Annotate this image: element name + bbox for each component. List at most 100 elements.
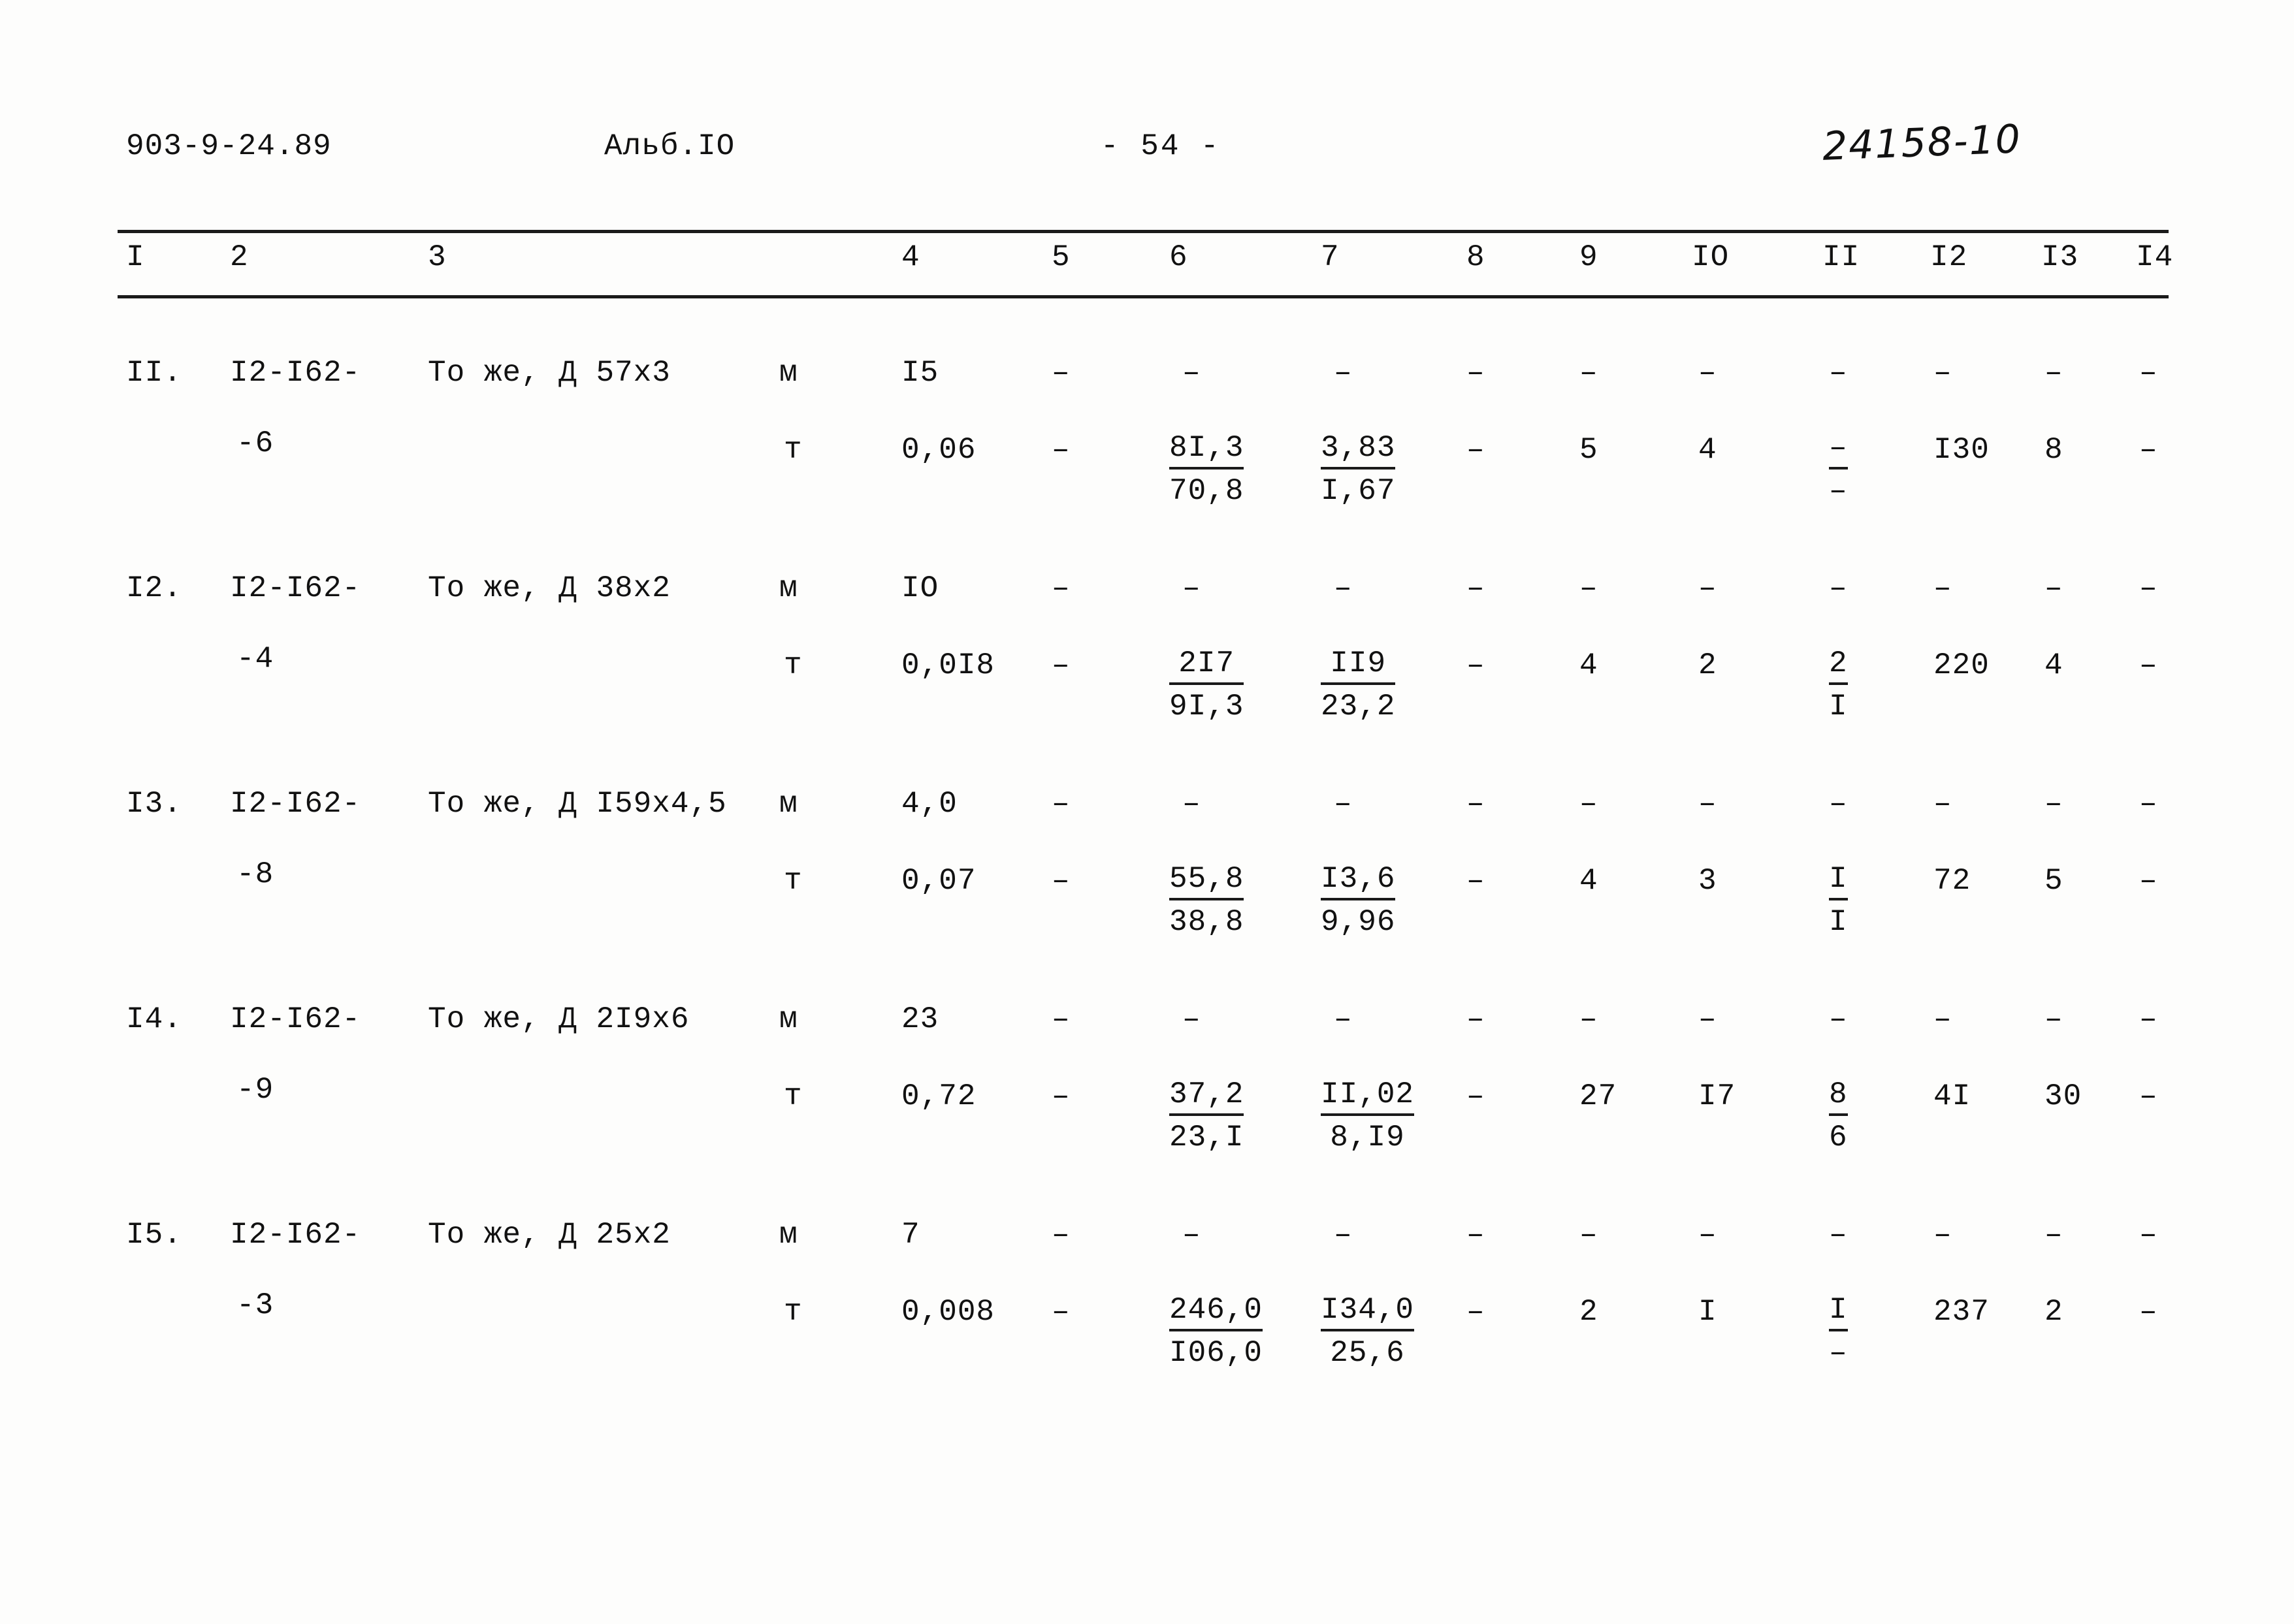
row5-m-col11: – bbox=[1829, 1218, 1847, 1252]
row5-t-col7-fraction-denominator: 25,6 bbox=[1330, 1336, 1405, 1370]
row-number-3: I3. bbox=[126, 787, 182, 821]
row5-t-col12: 237 bbox=[1933, 1295, 1990, 1329]
row3-t-col7-fraction-denominator: 9,96 bbox=[1321, 905, 1396, 939]
row5-m-col10: – bbox=[1698, 1218, 1717, 1252]
row2-t-col9: 4 bbox=[1579, 648, 1598, 682]
row3-t-col11-fraction-numerator: I bbox=[1829, 864, 1848, 900]
row-description-1: То же, Д 57х3 bbox=[428, 356, 671, 390]
row1-m-col11: – bbox=[1829, 356, 1847, 390]
row5-t-col4: 0,008 bbox=[901, 1295, 995, 1329]
row4-t-col6-fraction-numerator: 37,2 bbox=[1169, 1079, 1244, 1116]
row-unit-t-2: т bbox=[784, 648, 803, 682]
row2-m-col11: – bbox=[1829, 571, 1847, 605]
row5-m-col9: – bbox=[1579, 1218, 1598, 1252]
row4-t-col7-fraction-numerator: II,02 bbox=[1321, 1079, 1415, 1116]
row4-t-col6-fraction-denominator: 23,I bbox=[1169, 1121, 1244, 1154]
row3-m-col7: – bbox=[1334, 787, 1352, 821]
row3-t-col5: – bbox=[1052, 864, 1070, 898]
row-unit-m-2: м bbox=[779, 571, 798, 605]
row1-m-col14: – bbox=[2139, 356, 2157, 390]
row-unit-m-3: м bbox=[779, 787, 798, 821]
row5-t-col14: – bbox=[2139, 1295, 2157, 1329]
row4-t-col9: 27 bbox=[1579, 1079, 1617, 1113]
row5-t-col10: I bbox=[1698, 1295, 1717, 1329]
row-number-5: I5. bbox=[126, 1218, 182, 1252]
row4-t-col14: – bbox=[2139, 1079, 2157, 1113]
row3-t-col11-fraction-denominator: I bbox=[1829, 905, 1848, 939]
row4-t-col5: – bbox=[1052, 1079, 1070, 1113]
row3-t-col6-fraction-denominator: 38,8 bbox=[1169, 905, 1244, 939]
row-code-line2-2: -4 bbox=[236, 642, 274, 676]
row4-m-col11: – bbox=[1829, 1002, 1847, 1036]
row2-t-col10: 2 bbox=[1698, 648, 1717, 682]
row1-t-col8: – bbox=[1466, 433, 1485, 467]
row-unit-t-1: т bbox=[784, 433, 803, 467]
row-number-4: I4. bbox=[126, 1002, 182, 1036]
row-unit-m-5: м bbox=[779, 1218, 798, 1252]
row-description-5: То же, Д 25х2 bbox=[428, 1218, 671, 1252]
row-description-4: То же, Д 2I9х6 bbox=[428, 1002, 690, 1036]
row2-t-col7-fraction-denominator: 23,2 bbox=[1321, 690, 1396, 724]
row4-m-col10: – bbox=[1698, 1002, 1717, 1036]
row5-t-col5: – bbox=[1052, 1295, 1070, 1329]
row1-m-col7: – bbox=[1334, 356, 1352, 390]
row2-t-col6-fraction: 2I7 9I,3 bbox=[1169, 648, 1244, 722]
row2-m-col6: – bbox=[1182, 571, 1201, 605]
row-number-2: I2. bbox=[126, 571, 182, 605]
row4-m-col7: – bbox=[1334, 1002, 1352, 1036]
row4-m-col12: – bbox=[1933, 1002, 1952, 1036]
table-body: II. I2-I62- -6 То же, Д 57х3 м т I5– – – – – – – – – –0… bbox=[0, 0, 2294, 1624]
row1-m-col6: – bbox=[1182, 356, 1201, 390]
row-unit-t-5: т bbox=[784, 1295, 803, 1329]
row2-m-col12: – bbox=[1933, 571, 1952, 605]
row1-t-col10: 4 bbox=[1698, 433, 1717, 467]
row2-m-col7: – bbox=[1334, 571, 1352, 605]
row4-t-col8: – bbox=[1466, 1079, 1485, 1113]
row5-m-col5: – bbox=[1052, 1218, 1070, 1252]
row2-t-col6-fraction-numerator: 2I7 bbox=[1169, 648, 1244, 685]
row3-t-col11-fraction: II bbox=[1829, 864, 1848, 937]
row2-t-col11-fraction: 2I bbox=[1829, 648, 1848, 722]
document-page: 903-9-24.89 Альб.IO - 54 - 24158-10 I234… bbox=[0, 0, 2294, 1624]
row4-t-col10: I7 bbox=[1698, 1079, 1736, 1113]
row5-t-col6-fraction: 246,0 I06,0 bbox=[1169, 1295, 1263, 1368]
row4-t-col11-fraction-numerator: 8 bbox=[1829, 1079, 1848, 1116]
row4-t-col4: 0,72 bbox=[901, 1079, 977, 1113]
row3-t-col14: – bbox=[2139, 864, 2157, 898]
row2-m-col14: – bbox=[2139, 571, 2157, 605]
row5-t-col11-fraction: I – bbox=[1829, 1295, 1848, 1368]
row2-t-col6-fraction-denominator: 9I,3 bbox=[1169, 690, 1244, 724]
row5-m-col12: – bbox=[1933, 1218, 1952, 1252]
row4-m-col13: – bbox=[2044, 1002, 2063, 1036]
row-unit-m-4: м bbox=[779, 1002, 798, 1036]
row2-t-col11-fraction-denominator: I bbox=[1829, 690, 1848, 724]
row2-t-col5: – bbox=[1052, 648, 1070, 682]
row-code-line1-2: I2-I62- bbox=[230, 571, 361, 605]
row1-t-col4: 0,06 bbox=[901, 433, 977, 467]
row3-t-col12: 72 bbox=[1933, 864, 1971, 898]
row1-t-col7-fraction-denominator: I,67 bbox=[1321, 474, 1396, 508]
row5-t-col11-fraction-denominator: – bbox=[1829, 1336, 1848, 1370]
row5-t-col7-fraction-numerator: I34,0 bbox=[1321, 1295, 1415, 1331]
row-unit-t-3: т bbox=[784, 864, 803, 898]
row-code-line1-3: I2-I62- bbox=[230, 787, 361, 821]
row2-t-col7-fraction-numerator: II9 bbox=[1321, 648, 1396, 685]
row4-t-col7-fraction: II,02 8,I9 bbox=[1321, 1079, 1415, 1153]
row2-t-col11-fraction-numerator: 2 bbox=[1829, 648, 1848, 685]
row-code-line2-4: -9 bbox=[236, 1073, 274, 1107]
row1-t-col14: – bbox=[2139, 433, 2157, 467]
row3-m-col10: – bbox=[1698, 787, 1717, 821]
row2-t-col8: – bbox=[1466, 648, 1485, 682]
row2-t-col13: 4 bbox=[2044, 648, 2063, 682]
row1-t-col7-fraction: 3,83 I,67 bbox=[1321, 433, 1396, 508]
row5-m-col14: – bbox=[2139, 1218, 2157, 1252]
row5-t-col11-fraction-numerator: I bbox=[1829, 1295, 1848, 1331]
row5-m-col7: – bbox=[1334, 1218, 1352, 1252]
row1-m-col12: – bbox=[1933, 356, 1952, 390]
row2-m-col5: – bbox=[1052, 571, 1070, 605]
row2-m-col9: – bbox=[1579, 571, 1598, 605]
row-number-1: II. bbox=[126, 356, 182, 390]
row1-t-col6-fraction-numerator: 8I,3 bbox=[1169, 433, 1244, 470]
row4-m-col5: – bbox=[1052, 1002, 1070, 1036]
row3-t-col9: 4 bbox=[1579, 864, 1598, 898]
